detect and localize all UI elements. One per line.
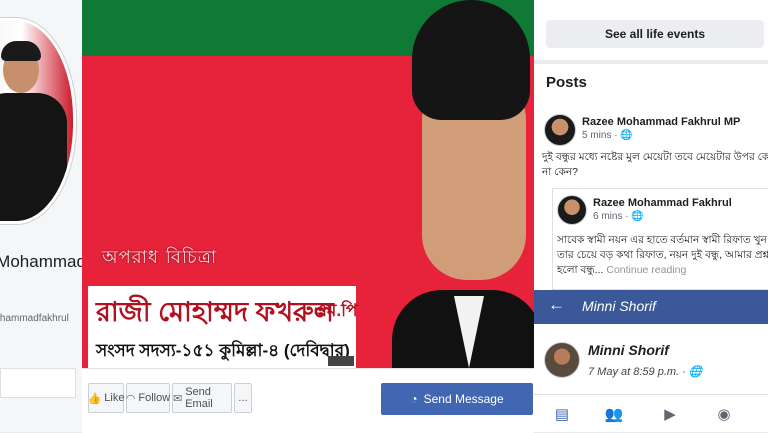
more-label: ... <box>238 392 248 404</box>
chat-header-title: Minni Shorif <box>582 298 656 314</box>
like-label: Like <box>104 392 125 404</box>
chat-post-card: Minni Shorif 7 May at 8:59 p.m. · 🌐 <box>534 324 768 394</box>
continue-reading-link[interactable]: Continue reading <box>606 264 686 276</box>
nameplate-subtitle: সংসদ সদস্য-১৫১ কুমিল্লা-৪ (দেবিদ্বার) <box>96 341 350 360</box>
posts-heading: Posts <box>546 74 587 91</box>
more-button[interactable]: ... <box>234 383 252 413</box>
groups-icon[interactable]: ◉ <box>712 403 736 425</box>
messenger-icon: ◔ <box>410 392 418 406</box>
send-message-button[interactable]: ◔ Send Message <box>381 383 533 415</box>
post-timestamp[interactable]: 5 mins · 🌐 <box>582 130 633 141</box>
chat-avatar[interactable] <box>544 342 580 378</box>
thumbs-up-icon: 👍 <box>87 392 102 405</box>
profile-handle[interactable]: mohammadfakhrul <box>0 313 69 324</box>
profile-avatar[interactable] <box>0 18 76 224</box>
nameplate-bar <box>328 356 354 366</box>
cover-nameplate: রাজী মোহাম্মদ ফখরুল এম.পি সংসদ সদস্য-১৫১… <box>88 286 358 368</box>
life-events-card: See all life events <box>534 0 768 60</box>
news-feed-icon[interactable]: ▤ <box>550 403 574 425</box>
profile-sidebar: e Mohammad ul mohammadfakhrul <box>0 0 83 432</box>
cover-person-hair <box>412 0 530 120</box>
chat-header: ← Minni Shorif <box>534 290 768 324</box>
profile-action-bar: 👍 Like ◠ Follow ✉ Send Email ... ◔ Send … <box>82 368 534 433</box>
bottom-tab-bar: ▤ 👥 ▶ ◉ <box>534 394 768 432</box>
right-column: See all life events Posts Razee Mohammad… <box>534 0 768 432</box>
post-author-avatar[interactable] <box>544 114 576 146</box>
sidebar-panel <box>0 368 76 398</box>
rss-icon: ◠ <box>125 392 136 405</box>
cover-watermark: অপরাধ বিচিত্রা <box>102 247 218 268</box>
shared-post-author[interactable]: Razee Mohammad Fakhrul <box>593 197 732 209</box>
friends-icon[interactable]: 👥 <box>602 403 626 425</box>
shared-post-timestamp[interactable]: 6 mins · 🌐 <box>593 211 644 222</box>
send-message-label: Send Message <box>423 392 504 406</box>
post-author-name[interactable]: Razee Mohammad Fakhrul MP <box>582 116 740 128</box>
nameplate-suffix: এম.পি <box>314 301 358 320</box>
send-email-button[interactable]: ✉ Send Email <box>172 383 232 413</box>
follow-button[interactable]: ◠ Follow <box>126 383 170 413</box>
envelope-icon: ✉ <box>173 392 183 405</box>
back-arrow-icon[interactable]: ← <box>548 295 565 315</box>
shared-post-text: সাবেক স্বামী নয়ন এর হাতে বর্তমান স্বামী… <box>557 233 768 278</box>
chat-author-name[interactable]: Minni Shorif <box>588 342 669 358</box>
follow-label: Follow <box>138 392 171 404</box>
avatar-hair <box>1 41 41 61</box>
post-text: দুই বন্ধুর মধ্যে নষ্টের মুল মেয়েটা তবে … <box>542 151 768 178</box>
like-button[interactable]: 👍 Like <box>88 383 124 413</box>
shared-post[interactable]: Razee Mohammad Fakhrul 6 mins · 🌐 সাবেক … <box>552 188 768 290</box>
cover-photo[interactable]: অপরাধ বিচিত্রা রাজী মোহাম্মদ ফখরুল এম.পি… <box>82 0 534 368</box>
profile-name[interactable]: e Mohammad ul <box>0 250 82 298</box>
avatar-suit <box>0 93 67 221</box>
see-all-life-events-button[interactable]: See all life events <box>546 20 764 48</box>
watch-icon[interactable]: ▶ <box>658 403 682 425</box>
posts-card: Posts Razee Mohammad Fakhrul MP 5 mins ·… <box>534 64 768 294</box>
shared-post-avatar[interactable] <box>557 195 587 225</box>
nameplate-name: রাজী মোহাম্মদ ফখরুল <box>96 297 334 327</box>
send-email-label: Send Email <box>185 386 213 410</box>
chat-timestamp[interactable]: 7 May at 8:59 p.m. · 🌐 <box>588 365 703 378</box>
